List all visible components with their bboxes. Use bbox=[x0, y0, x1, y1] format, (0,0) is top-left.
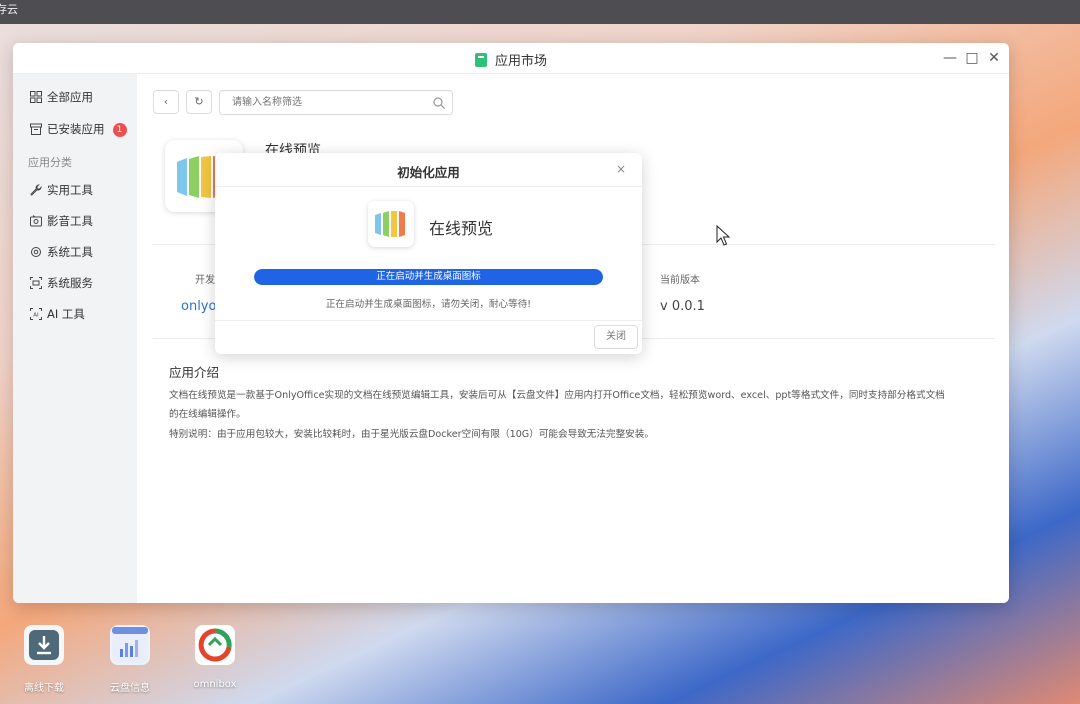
sidebar-item-ai-tools[interactable]: AI AI 工具 bbox=[13, 302, 137, 326]
service-icon bbox=[30, 277, 42, 289]
window-title: 应用市场 bbox=[494, 54, 547, 69]
version-label: 当前版本 bbox=[660, 275, 700, 286]
desktop-topbar-text: 存云 bbox=[0, 3, 18, 16]
sidebar-item-label: 系统工具 bbox=[47, 245, 93, 259]
search-input[interactable] bbox=[219, 90, 453, 115]
media-icon bbox=[30, 215, 42, 227]
sidebar-item-system-tools[interactable]: 系统工具 bbox=[13, 240, 137, 264]
back-button[interactable]: ‹ bbox=[153, 90, 179, 114]
chart-icon bbox=[112, 627, 148, 663]
desktop-icon-offline-download[interactable] bbox=[24, 625, 64, 665]
dialog-message: 正在启动并生成桌面图标，请勿关闭，耐心等待! bbox=[325, 299, 532, 310]
refresh-button[interactable]: ↻ bbox=[186, 90, 212, 114]
archive-icon bbox=[30, 123, 42, 135]
desktop-icon-cloud-info[interactable] bbox=[110, 625, 150, 665]
sidebar-item-label: 影音工具 bbox=[47, 214, 93, 228]
maximize-button[interactable]: □ bbox=[963, 48, 981, 68]
intro-line: 特别说明：由于应用包较大，安装比较耗时，由于星光版云盘Docker空间有限（10… bbox=[169, 429, 654, 440]
svg-text:AI: AI bbox=[33, 312, 39, 318]
intro-line: 的在线编辑操作。 bbox=[169, 409, 246, 420]
sidebar-item-installed-apps[interactable]: 已安装应用 1 bbox=[13, 117, 137, 141]
intro-line: 文档在线预览是一款基于OnlyOffice实现的文档在线预览编辑工具，安装后可从… bbox=[169, 390, 945, 401]
sidebar-item-label: 实用工具 bbox=[47, 183, 93, 197]
wrench-icon bbox=[30, 184, 42, 196]
download-icon bbox=[29, 630, 59, 660]
desktop-topbar: 存云 bbox=[0, 0, 1080, 24]
version-value: v 0.0.1 bbox=[660, 299, 705, 314]
developer-label: 开发 bbox=[195, 275, 215, 286]
sidebar-item-system-services[interactable]: 系统服务 bbox=[13, 271, 137, 295]
desktop-icon-label: 离线下载 bbox=[24, 683, 64, 694]
sidebar: 全部应用 已安装应用 1 应用分类 实用工具 影音工具 系统工具 系统服务 AI… bbox=[13, 74, 137, 603]
omnibox-logo bbox=[198, 628, 232, 662]
dialog-app-icon bbox=[368, 201, 414, 247]
window-title-group: 应用市场 bbox=[13, 50, 1009, 69]
desktop-icon-label: 云盘信息 bbox=[110, 683, 150, 694]
search-icon[interactable] bbox=[433, 94, 445, 109]
sidebar-item-label: 已安装应用 bbox=[47, 122, 105, 136]
window-titlebar: 应用市场 — □ ✕ bbox=[13, 43, 1009, 74]
sidebar-item-all-apps[interactable]: 全部应用 bbox=[13, 85, 137, 109]
progress-bar: 正在启动并生成桌面图标 bbox=[254, 269, 603, 285]
sidebar-item-utility-tools[interactable]: 实用工具 bbox=[13, 178, 137, 202]
mouse-cursor-icon bbox=[716, 224, 732, 251]
category-heading: 应用分类 bbox=[28, 156, 72, 169]
close-icon[interactable]: × bbox=[616, 162, 626, 176]
sidebar-item-label: AI 工具 bbox=[47, 307, 85, 321]
dialog-divider bbox=[215, 186, 642, 187]
init-app-dialog: 初始化应用 × 在线预览 正在启动并生成桌面图标 正在启动并生成桌面图标，请勿关… bbox=[215, 153, 642, 354]
desktop-icon-label: omnibox bbox=[193, 679, 237, 690]
grid-icon bbox=[30, 91, 42, 103]
developer-link[interactable]: onlyo bbox=[181, 299, 216, 314]
installed-count-badge: 1 bbox=[112, 123, 127, 137]
dialog-title: 初始化应用 bbox=[397, 165, 460, 180]
system-icon bbox=[30, 246, 42, 258]
app-market-icon bbox=[474, 53, 487, 67]
dialog-divider bbox=[215, 320, 642, 321]
minimize-button[interactable]: — bbox=[941, 48, 959, 68]
desktop-icon-omnibox[interactable] bbox=[195, 625, 235, 665]
progress-label: 正在启动并生成桌面图标 bbox=[376, 271, 481, 282]
sidebar-item-media-tools[interactable]: 影音工具 bbox=[13, 209, 137, 233]
dialog-app-name: 在线预览 bbox=[429, 219, 494, 238]
ai-icon: AI bbox=[30, 308, 42, 320]
close-window-button[interactable]: ✕ bbox=[985, 48, 1003, 68]
sidebar-item-label: 全部应用 bbox=[47, 90, 93, 104]
sidebar-item-label: 系统服务 bbox=[47, 276, 93, 290]
intro-heading: 应用介绍 bbox=[169, 365, 220, 380]
dialog-close-button[interactable]: 关闭 bbox=[594, 325, 638, 349]
